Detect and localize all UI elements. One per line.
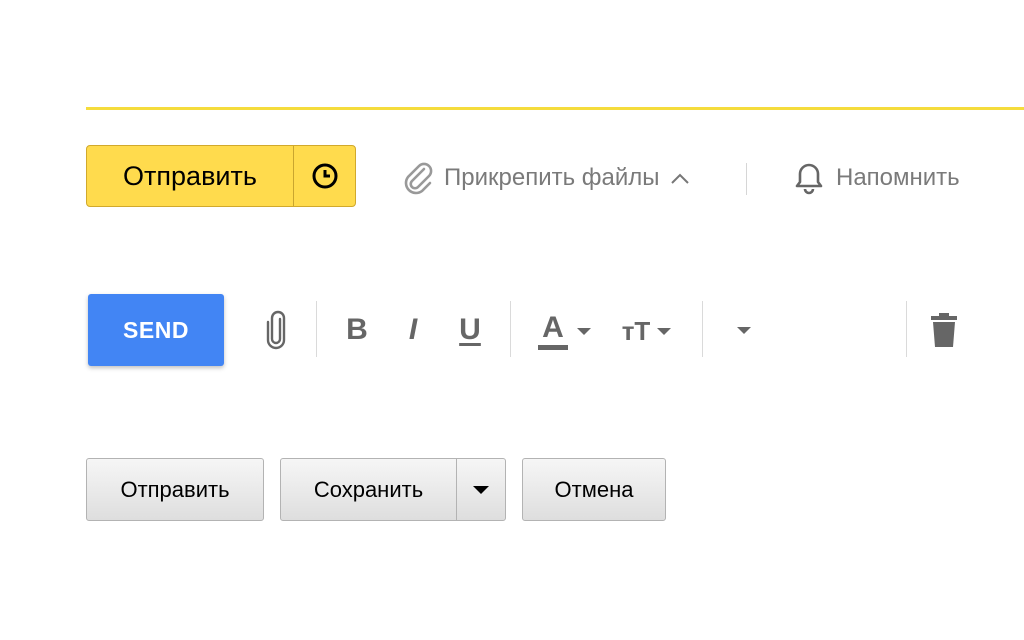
underline-button[interactable]: U	[449, 308, 491, 352]
toolbar-separator	[906, 301, 907, 357]
bold-button[interactable]: B	[336, 308, 378, 352]
attach-files-label: Прикрепить файлы	[444, 164, 660, 191]
font-size-icon: тT	[621, 316, 651, 346]
clock-icon	[312, 163, 337, 189]
caret-down-icon	[657, 328, 672, 335]
caret-down-icon	[576, 328, 591, 335]
italic-button[interactable]: I	[392, 308, 434, 352]
text-color-icon: A	[538, 312, 568, 350]
attach-files-link[interactable]: Прикрепить файлы	[402, 160, 690, 196]
schedule-send-button[interactable]	[294, 146, 355, 206]
classic-send-button[interactable]: Отправить	[86, 458, 264, 521]
remind-label: Напомнить	[836, 164, 960, 191]
text-color-button[interactable]: A	[530, 308, 600, 354]
save-split-button: Сохранить	[280, 458, 506, 521]
toolbar-separator	[316, 301, 317, 357]
underline-icon: U	[459, 313, 481, 346]
caret-down-icon	[737, 327, 751, 334]
save-options-dropdown[interactable]	[457, 459, 505, 520]
caret-down-icon	[473, 485, 489, 494]
remind-link[interactable]: Напомнить	[792, 160, 960, 196]
save-button[interactable]: Сохранить	[281, 459, 456, 520]
bell-icon	[795, 163, 823, 195]
yandex-send-button-group: Отправить	[86, 145, 356, 207]
cancel-button[interactable]: Отмена	[522, 458, 666, 521]
trash-icon	[931, 313, 957, 347]
more-options-button[interactable]	[724, 312, 764, 348]
font-size-button[interactable]: тT	[612, 308, 682, 354]
paperclip-icon	[266, 310, 286, 350]
gmail-send-button[interactable]: SEND	[88, 294, 224, 366]
toolbar-separator	[510, 301, 511, 357]
discard-draft-button[interactable]	[922, 308, 966, 352]
toolbar-separator	[702, 301, 703, 357]
paperclip-icon	[404, 162, 433, 195]
bold-icon: B	[346, 313, 368, 346]
yandex-send-button[interactable]: Отправить	[87, 146, 293, 206]
italic-icon: I	[408, 313, 418, 346]
vertical-divider	[746, 163, 747, 195]
yellow-divider-line	[86, 107, 1024, 110]
attach-button[interactable]	[256, 306, 296, 354]
chevron-up-icon	[670, 173, 689, 184]
